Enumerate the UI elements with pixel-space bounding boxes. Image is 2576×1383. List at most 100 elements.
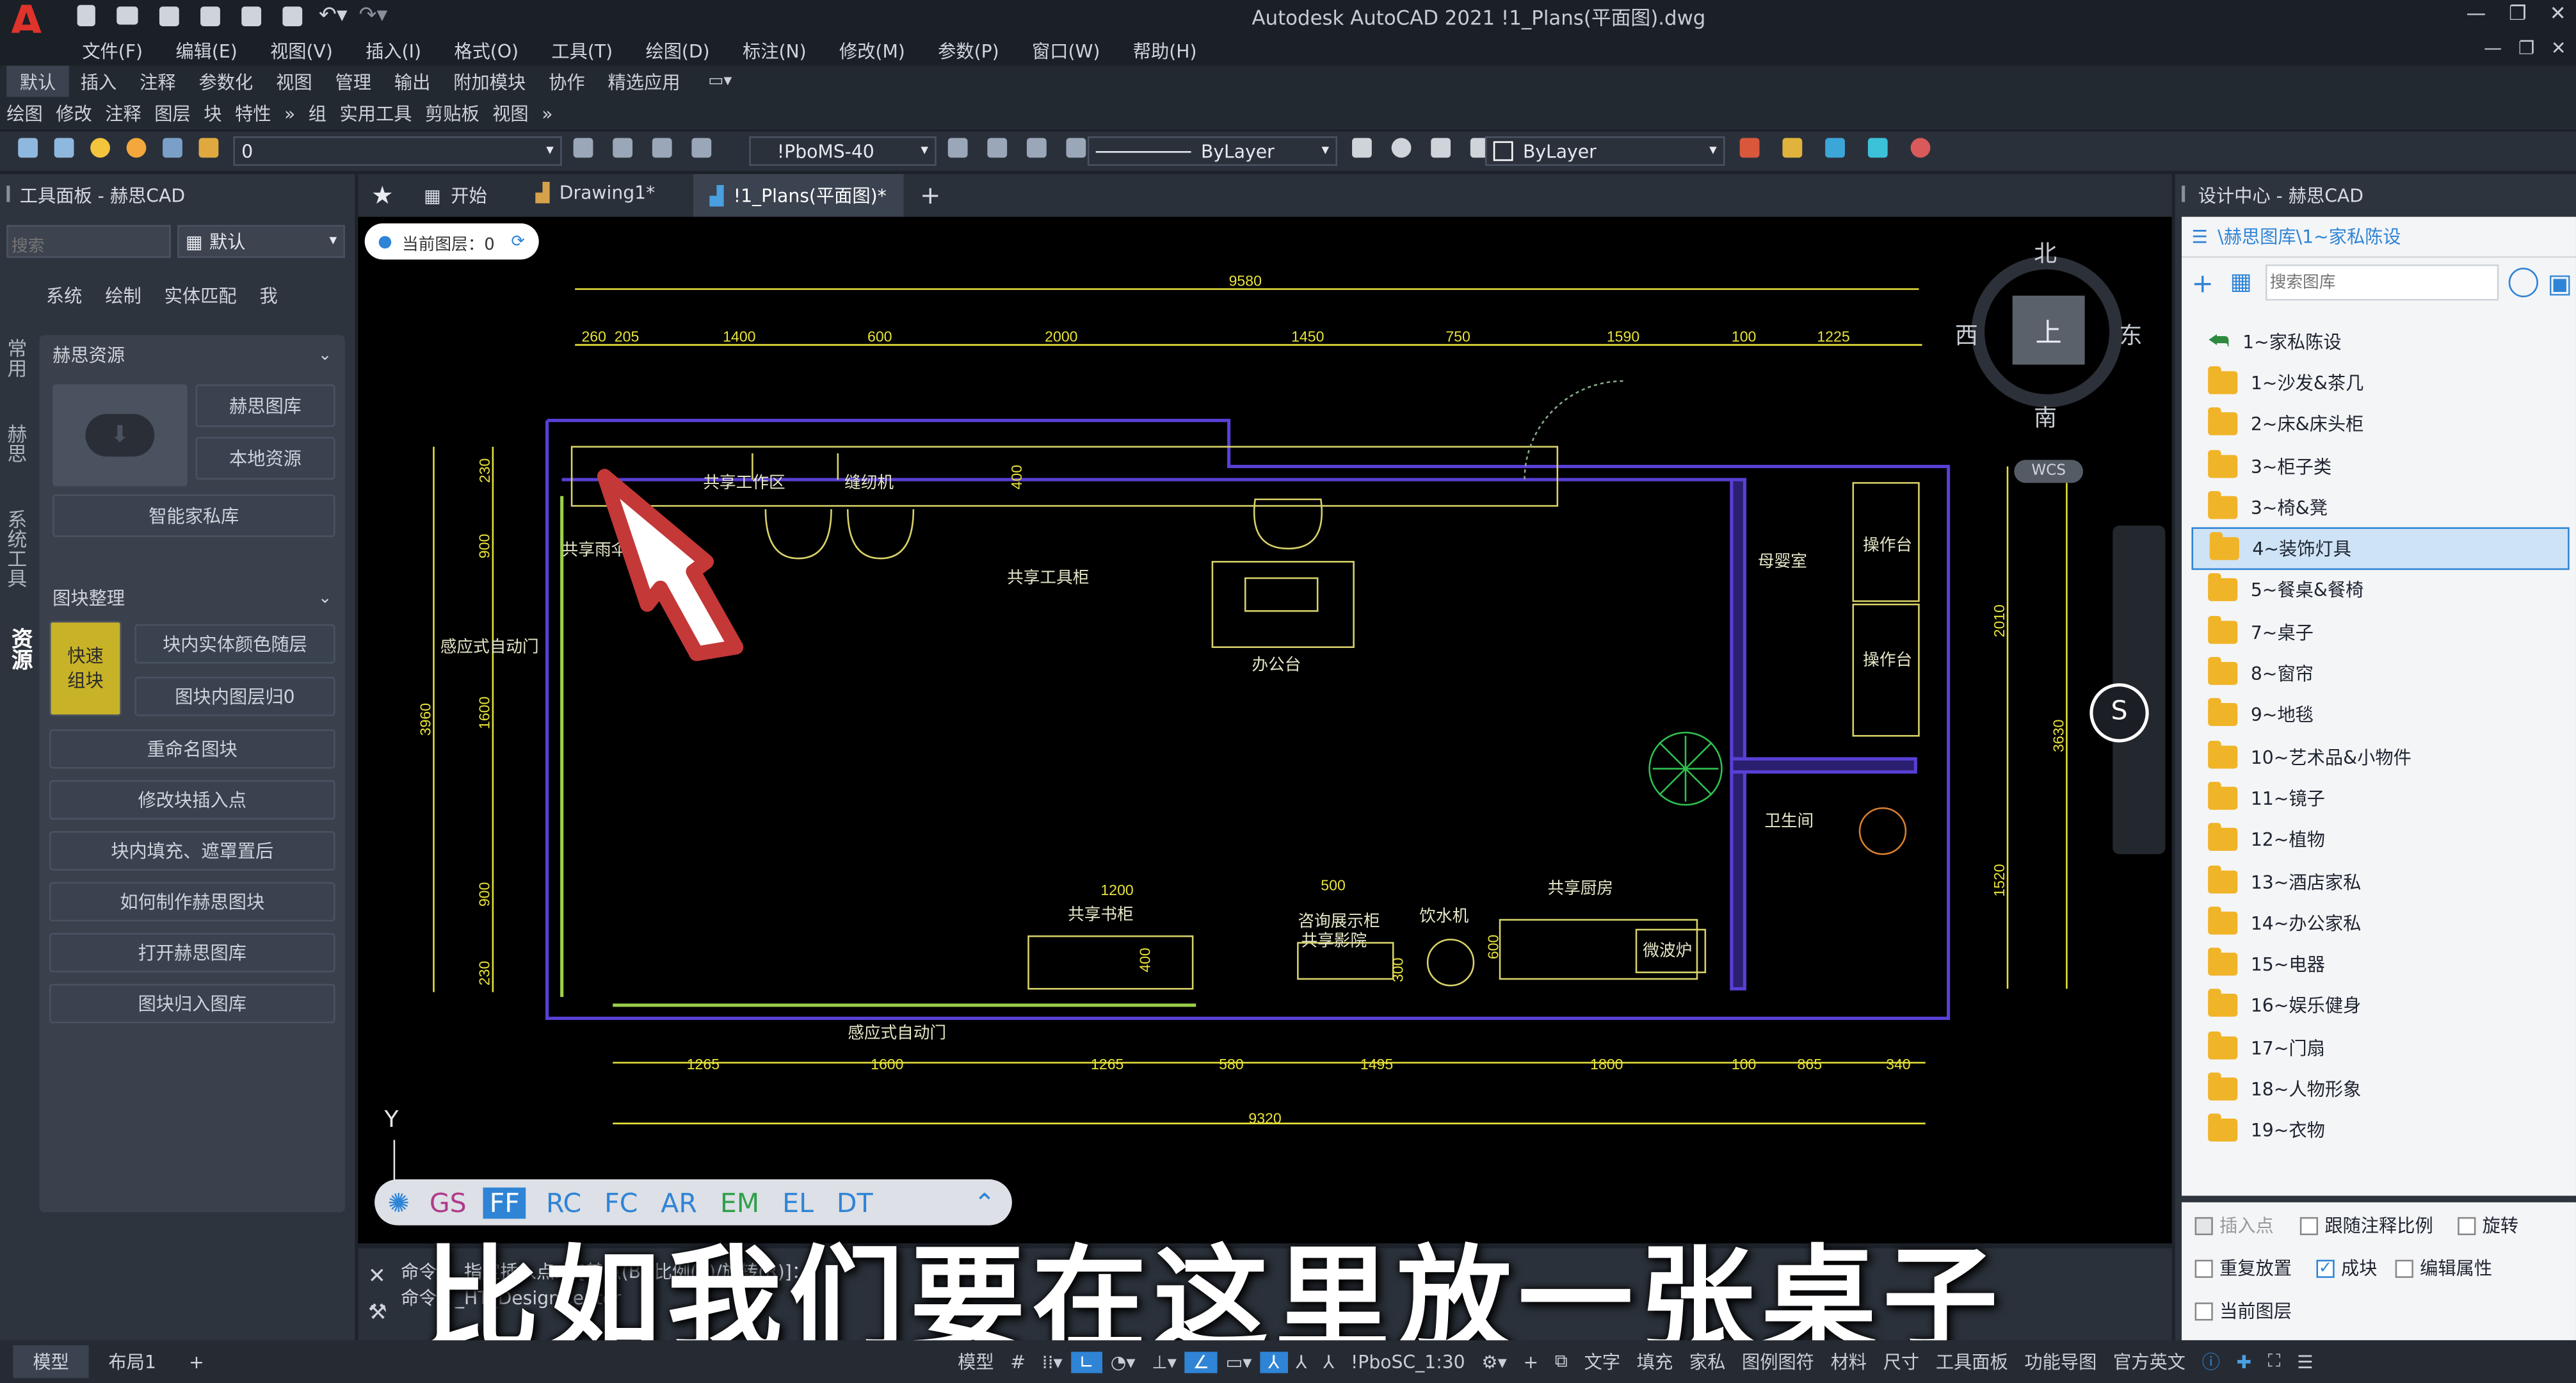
save-as-icon[interactable] (200, 5, 220, 26)
lineweight-icon[interactable]: ▭▾ (1218, 1351, 1260, 1372)
ribbon-tab-manage[interactable]: 管理 (324, 65, 383, 97)
ribbon-tab-parametric[interactable]: 参数化 (188, 65, 265, 97)
panel-clipboard[interactable]: 剪贴板 (425, 100, 479, 126)
ribbon-tab-featured[interactable]: 精选应用 (597, 65, 692, 97)
library-folder-item[interactable]: 14~办公家私 (2191, 902, 2569, 944)
library-folder-item[interactable]: 5~餐桌&餐椅 (2191, 570, 2569, 611)
open-gallery-button[interactable]: 打开赫思图库 (49, 933, 335, 973)
local-resources-button[interactable]: 本地资源 (195, 437, 335, 480)
compass-east[interactable]: 东 (2120, 319, 2143, 352)
star-icon[interactable]: ★ (371, 181, 394, 210)
ribbon-tab-default[interactable]: 默认 (6, 65, 69, 98)
library-folder-item[interactable]: 8~窗帘 (2191, 652, 2569, 694)
vtab-hesi[interactable]: 赫思 (3, 424, 31, 509)
library-folder-item[interactable]: 12~植物 (2191, 819, 2569, 861)
match-layer-icon[interactable] (573, 138, 593, 158)
dimstyle-dropdown[interactable]: !PboMS-40 ▾ (749, 136, 937, 166)
subtab-system[interactable]: 系统 (46, 282, 82, 309)
add-plus-icon[interactable]: + (1515, 1351, 1547, 1372)
menu-modify[interactable]: 修改(M) (839, 38, 905, 64)
ribbon-toggle-icon[interactable]: ▭▾ (691, 69, 748, 93)
design-center-grip-icon[interactable] (2182, 185, 2186, 202)
snap-icon[interactable]: ⁞⁞▾ (1034, 1351, 1071, 1372)
layout-tab-model[interactable]: 模型 (13, 1345, 89, 1379)
layer-states-icon[interactable] (54, 138, 74, 158)
status-text[interactable]: 文字 (1576, 1348, 1629, 1375)
menu-insert[interactable]: 插入(I) (366, 38, 421, 64)
tool-panel-grip-icon[interactable] (6, 185, 10, 202)
smart-furniture-button[interactable]: 智能家私库 (52, 494, 335, 537)
redo-icon[interactable]: ↷▾ (359, 3, 388, 28)
vtab-resources[interactable]: 资源 (3, 627, 35, 693)
library-folder-item[interactable]: 11~镜子 (2191, 777, 2569, 819)
add-icon[interactable]: + (2191, 267, 2213, 298)
unisolate-layer-icon[interactable] (691, 138, 712, 158)
doc-minimize-button[interactable]: — (2484, 38, 2502, 59)
close-icon[interactable]: ✕ (368, 1265, 386, 1289)
linetype-dropdown[interactable]: ByLayer ▾ (1087, 136, 1337, 166)
preview-toggle-icon[interactable]: ▣ (2547, 267, 2572, 298)
close-button[interactable]: ✕ (2550, 2, 2566, 25)
panel-groups[interactable]: 组 (309, 100, 326, 126)
library-folder-item[interactable]: 17~门扇 (2191, 1026, 2569, 1068)
panel-annotation[interactable]: 注释 (105, 100, 141, 126)
ribbon-tab-view[interactable]: 视图 (264, 65, 323, 97)
web-icon[interactable] (241, 5, 262, 26)
menu-format[interactable]: 格式(O) (454, 38, 519, 64)
chevron-down-icon[interactable]: ⌄ (318, 346, 332, 364)
ribbon-tab-output[interactable]: 输出 (383, 65, 442, 97)
menu-file[interactable]: 文件(F) (82, 38, 143, 64)
layout-tab-add[interactable]: + (176, 1348, 218, 1376)
library-folder-item[interactable]: 18~人物形象 (2191, 1068, 2569, 1110)
status-legend[interactable]: 图例图符 (1734, 1348, 1823, 1375)
annotation-scale-icon[interactable]: ⅄ (1315, 1351, 1342, 1372)
otrack-icon[interactable]: ∠ (1184, 1350, 1218, 1373)
status-material[interactable]: 材料 (1823, 1348, 1875, 1375)
grid-view-icon[interactable]: ▦ (2230, 270, 2252, 296)
library-folder-item[interactable]: 2~床&床头柜 (2191, 403, 2569, 445)
sun-icon[interactable] (126, 138, 147, 158)
style-icon-d[interactable] (1066, 138, 1086, 158)
status-furniture[interactable]: 家私 (1681, 1348, 1734, 1375)
wcs-button[interactable]: WCS (2014, 460, 2084, 483)
modify-insertion-point-button[interactable]: 修改块插入点 (49, 780, 335, 820)
status-dimension[interactable]: 尺寸 (1875, 1348, 1928, 1375)
gear-icon[interactable]: ✺ (388, 1186, 410, 1218)
library-folder-item[interactable]: 15~电器 (2191, 944, 2569, 985)
current-layer-chip[interactable]: ● 当前图层：0 ⟳ (364, 223, 538, 260)
restore-button[interactable]: ❐ (2509, 2, 2527, 25)
library-back-item[interactable]: ⮪ 1~家私陈设 (2191, 320, 2569, 362)
layer-properties-icon[interactable] (18, 138, 38, 158)
chevron-down-icon[interactable]: ⌄ (318, 589, 332, 607)
panel-layers[interactable]: 图层 (154, 100, 190, 126)
zoom-window-icon[interactable] (1431, 138, 1451, 158)
rename-block-button[interactable]: 重命名图块 (49, 729, 335, 769)
settings-circle-icon[interactable] (1910, 138, 1931, 158)
panel-draw[interactable]: 绘图 (6, 100, 42, 126)
style-icon-b[interactable] (987, 138, 1008, 158)
search-circle-icon[interactable] (2508, 268, 2538, 298)
block-to-gallery-button[interactable]: 图块归入图库 (49, 983, 335, 1024)
zoom-icon[interactable] (1391, 138, 1412, 158)
hesi-logo-icon[interactable]: S (2089, 683, 2149, 743)
status-model[interactable]: 模型 (949, 1348, 1002, 1375)
block-color-bylayer-button[interactable]: 块内实体颜色随层 (134, 624, 335, 664)
how-to-make-block-button[interactable]: 如何制作赫思图块 (49, 882, 335, 922)
vtab-system-tools[interactable]: 系统工具 (3, 509, 31, 627)
workspace-icon[interactable]: ⧉ (1547, 1350, 1576, 1373)
list-icon[interactable]: ☰ (2191, 226, 2207, 247)
lock-icon[interactable] (198, 138, 219, 158)
style-icon-a[interactable] (947, 138, 968, 158)
tool-panel-search-input[interactable] (8, 232, 166, 263)
panel-view[interactable]: 视图 (492, 100, 528, 126)
menu-dimension[interactable]: 标注(N) (743, 38, 807, 64)
style-icon-c[interactable] (1026, 138, 1047, 158)
hesi-gallery-button[interactable]: 赫思图库 (195, 384, 335, 427)
panel-properties[interactable]: 特性 (235, 100, 271, 126)
as-block-checkbox[interactable]: ✓ (2316, 1259, 2335, 1277)
table-icon[interactable] (1867, 138, 1888, 158)
menu-window[interactable]: 窗口(W) (1032, 38, 1100, 64)
doc-close-button[interactable]: ✕ (2551, 38, 2566, 59)
subtab-draw[interactable]: 绘制 (105, 282, 141, 309)
repeat-place-checkbox[interactable] (2194, 1259, 2213, 1277)
